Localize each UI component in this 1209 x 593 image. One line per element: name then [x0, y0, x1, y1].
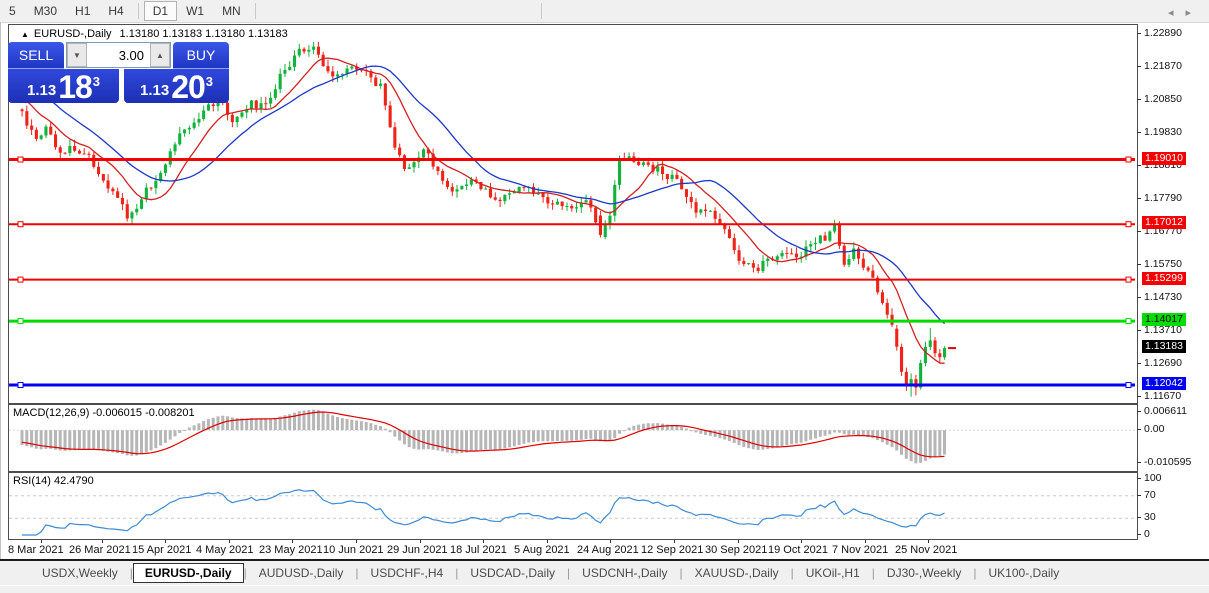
date-tick [674, 540, 675, 543]
date-tick [483, 540, 484, 543]
date-tick [420, 540, 421, 543]
sell-price-sup: 3 [93, 74, 100, 89]
chart-ohlc-values: 1.13180 1.13183 1.13180 1.13183 [120, 28, 288, 40]
timeframe-toolbar: 5M30H1H4 D1W1MN [0, 0, 1209, 23]
date-tick [738, 540, 739, 543]
rsi-label: RSI(14) 42.4790 [13, 475, 94, 487]
sell-price-display[interactable]: 1.13 18 3 [8, 69, 119, 103]
sell-button[interactable]: SELL [8, 42, 64, 69]
rsi-plot [9, 473, 1135, 537]
date-axis: 8 Mar 2021 26 Mar 2021 15 Apr 2021 4 May… [8, 540, 1136, 558]
chart-tab-bar: USDX,Weekly|EURUSD-,Daily|AUDUSD-,Daily|… [0, 561, 1209, 585]
timeframe-m30[interactable]: M30 [25, 1, 66, 21]
tab-usdcad-daily[interactable]: USDCAD-,Daily [458, 563, 567, 583]
chart-title: ▲ EURUSD-,Daily 1.13180 1.13183 1.13180 1.… [21, 28, 288, 40]
macd-label: MACD(12,26,9) -0.006015 -0.008201 [13, 407, 195, 419]
date-label: 5 Aug 2021 [514, 544, 570, 556]
tab-usdx-weekly[interactable]: USDX,Weekly [30, 563, 130, 583]
buy-button[interactable]: BUY [173, 42, 229, 69]
timeframe-mn[interactable]: MN [213, 1, 250, 21]
date-tick [610, 540, 611, 543]
volume-increase-icon[interactable]: ▲ [150, 43, 170, 67]
date-tick [356, 540, 357, 543]
volume-stepper: ▼ 3.00 ▲ [66, 42, 171, 68]
date-label: 15 Apr 2021 [132, 544, 191, 556]
date-label: 18 Jul 2021 [450, 544, 507, 556]
level-price-label: 1.15299 [1142, 272, 1186, 285]
buy-price-prefix: 1.13 [140, 82, 169, 99]
level-price-label: 1.12042 [1142, 377, 1186, 390]
volume-input[interactable]: 3.00 [87, 43, 150, 67]
window-left-border [0, 22, 1, 592]
date-tick [165, 540, 166, 543]
rsi-value: 42.4790 [54, 475, 94, 487]
timeframe-w1[interactable]: W1 [177, 1, 213, 21]
date-label: 19 Oct 2021 [768, 544, 828, 556]
toolbar-separator [255, 3, 256, 19]
level-price-label: 1.14017 [1142, 313, 1186, 326]
date-tick [102, 540, 103, 543]
tab-dj30-weekly[interactable]: DJ30-,Weekly [875, 563, 973, 583]
date-label: 4 May 2021 [196, 544, 253, 556]
price-axis: 1.228901.218701.208501.198301.188101.177… [1137, 24, 1209, 541]
sell-price-prefix: 1.13 [27, 82, 56, 99]
chart-symbol-label: EURUSD-,Daily [34, 28, 112, 40]
date-tick [547, 540, 548, 543]
macd-values: -0.006015 -0.008201 [92, 407, 194, 419]
date-tick [292, 540, 293, 543]
symbol-collapse-icon[interactable]: ▲ [21, 30, 29, 39]
rsi-title: RSI(14) [13, 475, 51, 487]
date-label: 23 May 2021 [259, 544, 323, 556]
tab-uk100-daily[interactable]: UK100-,Daily [977, 563, 1072, 583]
timeframe-d1[interactable]: D1 [144, 1, 177, 21]
timeframe-5[interactable]: 5 [0, 1, 25, 21]
date-label: 26 Mar 2021 [69, 544, 131, 556]
tab-scroll-right-icon[interactable]: ▸ [1185, 7, 1203, 19]
tab-eurusd-daily[interactable]: EURUSD-,Daily [133, 563, 244, 583]
tab-scroll-left-icon[interactable]: ◂ [1168, 7, 1186, 19]
tab-ukoil-h1[interactable]: UKOil-,H1 [794, 563, 872, 583]
toolbar-separator [138, 3, 139, 19]
date-tick [928, 540, 929, 543]
macd-panel[interactable]: MACD(12,26,9) -0.006015 -0.008201 [8, 404, 1138, 472]
rsi-panel[interactable]: RSI(14) 42.4790 [8, 472, 1138, 540]
buy-price-big: 20 [171, 73, 205, 101]
macd-title: MACD(12,26,9) [13, 407, 89, 419]
tab-usdchf-h4[interactable]: USDCHF-,H4 [359, 563, 456, 583]
tab-xauusd-daily[interactable]: XAUUSD-,Daily [683, 563, 791, 583]
tab-scroll-arrows: ◂▸ [1168, 6, 1203, 19]
date-label: 30 Sep 2021 [705, 544, 767, 556]
level-price-label: 1.19010 [1142, 152, 1186, 165]
date-label: 25 Nov 2021 [895, 544, 957, 556]
timeframe-h1[interactable]: H1 [66, 1, 99, 21]
timeframe-h4[interactable]: H4 [99, 1, 132, 21]
buy-price-sup: 3 [206, 74, 213, 89]
current-price-label: 1.13183 [1142, 340, 1186, 353]
buy-price-display[interactable]: 1.13 20 3 [124, 69, 229, 103]
date-label: 8 Mar 2021 [8, 544, 64, 556]
volume-decrease-icon[interactable]: ▼ [67, 43, 87, 67]
toolbar-separator [541, 3, 542, 19]
date-tick [41, 540, 42, 543]
tab-usdcnh-daily[interactable]: USDCNH-,Daily [570, 563, 679, 583]
date-tick [229, 540, 230, 543]
level-price-label: 1.17012 [1142, 216, 1186, 229]
date-tick [801, 540, 802, 543]
date-label: 10 Jun 2021 [323, 544, 384, 556]
date-label: 12 Sep 2021 [641, 544, 703, 556]
date-label: 24 Aug 2021 [577, 544, 639, 556]
date-label: 29 Jun 2021 [387, 544, 448, 556]
date-tick [865, 540, 866, 543]
tab-audusd-daily[interactable]: AUDUSD-,Daily [247, 563, 356, 583]
one-click-trade-widget: SELL ▼ 3.00 ▲ BUY 1.13 18 3 1.13 20 3 [8, 42, 229, 103]
date-label: 7 Nov 2021 [832, 544, 888, 556]
sell-price-big: 18 [58, 73, 92, 101]
